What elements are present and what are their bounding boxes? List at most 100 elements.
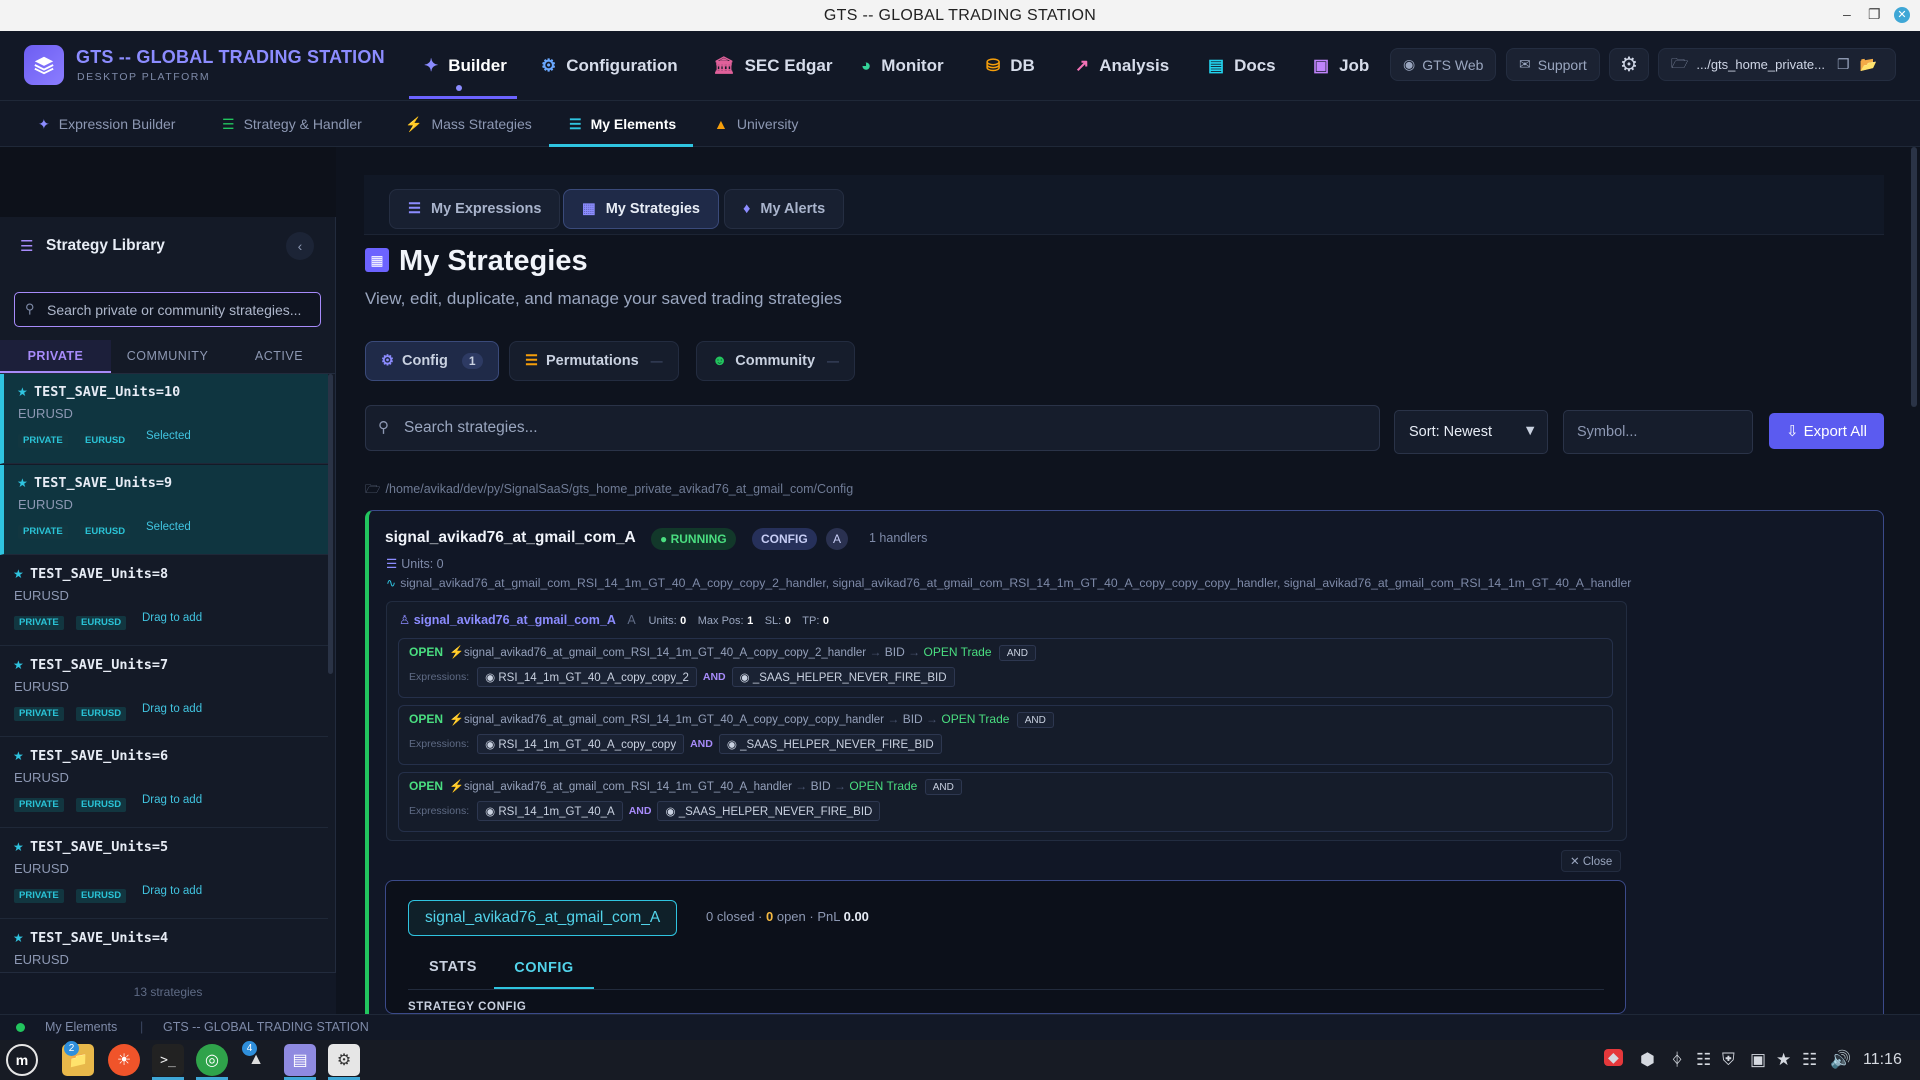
strategy-list-item[interactable]: ★ TEST_SAVE_Units=6 EURUSD PRIVATE EURUS… bbox=[0, 738, 328, 828]
nav-docs[interactable]: ▤ Docs bbox=[1208, 31, 1276, 101]
firefox-icon[interactable]: ☀ bbox=[108, 1044, 140, 1076]
clock[interactable]: 11:16 bbox=[1863, 1051, 1902, 1069]
expressions-label: Expressions: bbox=[409, 805, 470, 817]
nav-label: Builder bbox=[448, 56, 507, 75]
item-status-hint: Drag to add bbox=[142, 612, 203, 624]
maximize-icon[interactable]: ❐ bbox=[1868, 6, 1881, 23]
subnav-my-elements[interactable]: ☰ My Elements bbox=[569, 101, 676, 147]
terminal-icon[interactable]: >_ bbox=[152, 1044, 184, 1076]
nav-builder[interactable]: ✦ Builder bbox=[424, 31, 507, 101]
close-details-button[interactable]: ✕ Close bbox=[1561, 850, 1622, 872]
expression-chip[interactable]: ◉ _SAAS_HELPER_NEVER_FIRE_BID bbox=[718, 734, 942, 754]
minimize-icon[interactable]: – bbox=[1843, 6, 1851, 22]
tab-my-expressions[interactable]: ☰ My Expressions bbox=[389, 189, 561, 229]
arrow-icon: → bbox=[887, 712, 900, 726]
expression-name: RSI_14_1m_GT_40_A_copy_copy_2 bbox=[498, 672, 689, 684]
support-button[interactable]: ✉ Support bbox=[1506, 48, 1600, 81]
export-all-button[interactable]: ⇩ Export All bbox=[1769, 413, 1884, 449]
strategy-list-item[interactable]: ★ TEST_SAVE_Units=9 EURUSD PRIVATE EURUS… bbox=[0, 465, 328, 555]
strategy-list-item[interactable]: ★ TEST_SAVE_Units=7 EURUSD PRIVATE EURUS… bbox=[0, 647, 328, 737]
nav-db[interactable]: ⛁ DB bbox=[986, 31, 1035, 101]
tab-my-alerts[interactable]: ♦ My Alerts bbox=[724, 189, 845, 229]
nav-configuration[interactable]: ⚙ Configuration bbox=[541, 31, 678, 101]
private-tag: PRIVATE bbox=[14, 616, 64, 630]
star-icon[interactable]: ★ bbox=[1776, 1050, 1791, 1070]
network-icon[interactable]: ☷ bbox=[1802, 1050, 1817, 1070]
handler-row[interactable]: OPEN ⚡signal_avikad76_at_gmail_com_RSI_14… bbox=[398, 638, 1613, 698]
units-row: ☰ Units: 0 bbox=[386, 556, 444, 571]
nav-analysis[interactable]: ↗ Analysis bbox=[1075, 31, 1169, 101]
star-icon: ★ bbox=[13, 567, 24, 581]
private-tag: PRIVATE bbox=[18, 525, 68, 539]
sidebar-tab-community[interactable]: COMMUNITY bbox=[111, 340, 224, 373]
text-editor-icon[interactable]: ▤ bbox=[284, 1044, 316, 1076]
cube-icon[interactable]: ⬢ bbox=[1640, 1050, 1655, 1070]
settings-button[interactable]: ⚙ bbox=[1609, 48, 1649, 81]
sidebar-tab-private[interactable]: PRIVATE bbox=[0, 340, 111, 373]
clipboard-icon[interactable]: ☷ bbox=[1696, 1050, 1711, 1070]
close-window-icon[interactable]: ✕ bbox=[1894, 7, 1910, 23]
private-tag: PRIVATE bbox=[14, 707, 64, 721]
nav-monitor[interactable]: ◕ Monitor bbox=[861, 31, 944, 101]
open-folder-icon[interactable]: 📂 bbox=[1860, 56, 1877, 73]
filter-count: — bbox=[827, 354, 840, 368]
handler-row[interactable]: OPEN ⚡signal_avikad76_at_gmail_com_RSI_14… bbox=[398, 772, 1613, 832]
home-path-selector[interactable]: 🗁 .../gts_home_private... ❐ 📂 bbox=[1658, 48, 1896, 81]
subnav-strategy-handler[interactable]: ☰ Strategy & Handler bbox=[222, 101, 362, 147]
subnav-university[interactable]: ▲ University bbox=[714, 101, 798, 147]
copy-icon[interactable]: ❐ bbox=[1837, 56, 1850, 73]
filter-tab-permutations[interactable]: ☰ Permutations — bbox=[509, 341, 679, 381]
nav-label: Job bbox=[1339, 56, 1370, 75]
strategy-list-item[interactable]: ★ TEST_SAVE_Units=4 EURUSD bbox=[0, 920, 328, 970]
detail-tab-config[interactable]: CONFIG bbox=[494, 951, 594, 989]
brand-subtitle: DESKTOP PLATFORM bbox=[77, 71, 211, 83]
sort-select[interactable]: Sort: Newest ▼ bbox=[1394, 410, 1548, 454]
expression-chip[interactable]: ◉ RSI_14_1m_GT_40_A bbox=[477, 801, 623, 821]
expression-chip[interactable]: ◉ _SAAS_HELPER_NEVER_FIRE_BID bbox=[657, 801, 881, 821]
nav-sec-edgar[interactable]: 🏛 SEC Edgar bbox=[713, 31, 832, 101]
star-icon: ★ bbox=[17, 476, 28, 490]
gts-web-button[interactable]: ◉ GTS Web bbox=[1390, 48, 1497, 81]
strategy-list-item[interactable]: ★ TEST_SAVE_Units=5 EURUSD PRIVATE EURUS… bbox=[0, 829, 328, 919]
detail-tab-stats[interactable]: STATS bbox=[429, 959, 477, 975]
handlers-row: ∿ signal_avikad76_at_gmail_com_RSI_14_1m_… bbox=[386, 576, 1631, 590]
expression-chip[interactable]: ◉ _SAAS_HELPER_NEVER_FIRE_BID bbox=[731, 667, 955, 687]
filter-tab-community[interactable]: ☻ Community — bbox=[696, 341, 856, 381]
anydesk-icon[interactable]: ◆ bbox=[1604, 1049, 1623, 1066]
handler-side: BID bbox=[902, 712, 923, 726]
layers-icon: ☰ bbox=[222, 115, 235, 132]
shield-icon[interactable]: ⛨ bbox=[1722, 1050, 1735, 1070]
collapse-sidebar-button[interactable]: ‹ bbox=[286, 232, 314, 260]
display-icon[interactable]: ▣ bbox=[1750, 1050, 1766, 1070]
subnav-expression-builder[interactable]: ✦ Expression Builder bbox=[38, 101, 175, 147]
wand-icon: ✦ bbox=[38, 115, 50, 132]
strategy-list-item[interactable]: ★ TEST_SAVE_Units=8 EURUSD PRIVATE EURUS… bbox=[0, 556, 328, 646]
volume-icon[interactable]: 🔊 bbox=[1830, 1050, 1851, 1070]
chrome-icon[interactable]: ◎ bbox=[196, 1044, 228, 1076]
start-menu-icon[interactable]: m bbox=[6, 1044, 38, 1076]
tab-my-strategies[interactable]: ▦ My Strategies bbox=[563, 189, 719, 229]
expression-chip[interactable]: ◉ RSI_14_1m_GT_40_A_copy_copy_2 bbox=[477, 667, 697, 687]
window-title: GTS -- GLOBAL TRADING STATION bbox=[823, 7, 1097, 24]
gts-app-icon[interactable]: ⚙ bbox=[328, 1044, 360, 1076]
filter-tab-config[interactable]: ⚙ Config 1 bbox=[365, 341, 499, 381]
subnav-mass-strategies[interactable]: ⚡ Mass Strategies bbox=[405, 101, 532, 147]
activity-icon: ∿ bbox=[386, 576, 397, 590]
symbol-filter-input[interactable]: Symbol... bbox=[1563, 410, 1753, 454]
sidebar-tab-active[interactable]: ACTIVE bbox=[224, 340, 334, 373]
strategy-search-input[interactable]: ⚲ Search strategies... bbox=[365, 405, 1380, 451]
sidebar-scrollbar[interactable] bbox=[328, 374, 333, 674]
layers-icon: ☰ bbox=[408, 201, 421, 217]
symbol-placeholder: Symbol... bbox=[1577, 424, 1638, 440]
grid-icon: ▦ bbox=[582, 201, 596, 217]
expression-chip[interactable]: ◉ RSI_14_1m_GT_40_A_copy_copy bbox=[477, 734, 685, 754]
handler-row[interactable]: OPEN ⚡signal_avikad76_at_gmail_com_RSI_14… bbox=[398, 705, 1613, 765]
main-scrollbar[interactable] bbox=[1911, 147, 1917, 407]
window-titlebar: GTS -- GLOBAL TRADING STATION – ❐ ✕ bbox=[0, 0, 1920, 31]
strategy-list-item[interactable]: ★ TEST_SAVE_Units=10 EURUSD PRIVATE EURU… bbox=[0, 374, 328, 464]
nav-label: Docs bbox=[1234, 56, 1276, 75]
sidebar-search-input[interactable]: ⚲ Search private or community strategies… bbox=[14, 292, 321, 327]
globe-icon: ◉ bbox=[1403, 56, 1416, 72]
nav-job[interactable]: ▣ Job bbox=[1313, 31, 1369, 101]
bluetooth-icon[interactable]: ᛄ bbox=[1672, 1050, 1682, 1070]
